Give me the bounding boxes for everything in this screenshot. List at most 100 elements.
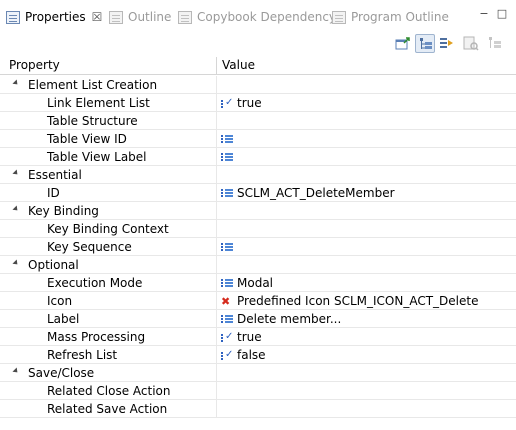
property-name: Table View Label bbox=[47, 150, 147, 164]
show-categories-button[interactable] bbox=[415, 34, 435, 53]
property-value-cell[interactable] bbox=[221, 239, 237, 255]
show-advanced-icon bbox=[440, 38, 453, 48]
category-row[interactable]: Key Binding bbox=[0, 202, 516, 220]
column-divider bbox=[216, 166, 217, 184]
table-row[interactable]: Key Binding Context bbox=[0, 220, 516, 238]
tab-outline-label: Outline bbox=[128, 10, 172, 24]
column-divider bbox=[216, 238, 217, 256]
table-header: Property Value bbox=[0, 57, 516, 75]
property-name: Key Binding Context bbox=[47, 222, 169, 236]
table-body: Element List Creation Link Element List tr… bbox=[0, 76, 516, 418]
table-row[interactable]: Key Sequence bbox=[0, 238, 516, 256]
column-divider bbox=[216, 256, 217, 274]
property-value-cell[interactable] bbox=[221, 149, 237, 165]
tab-properties-label: Properties bbox=[25, 10, 86, 24]
tab-program-outline[interactable]: Program Outline bbox=[332, 6, 449, 28]
property-name: Key Sequence bbox=[47, 240, 132, 254]
table-row[interactable]: Table View Label bbox=[0, 148, 516, 166]
expand-arrow-icon[interactable] bbox=[12, 79, 20, 87]
column-divider bbox=[216, 220, 217, 238]
table-row[interactable]: Link Element List true bbox=[0, 94, 516, 112]
category-row[interactable]: Optional bbox=[0, 256, 516, 274]
column-divider bbox=[216, 274, 217, 292]
property-value: true bbox=[237, 330, 262, 344]
property-name: Label bbox=[47, 312, 80, 326]
table-row[interactable]: Mass Processing true bbox=[0, 328, 516, 346]
column-divider bbox=[216, 76, 217, 94]
program-outline-icon bbox=[332, 10, 346, 24]
column-divider bbox=[216, 364, 217, 382]
category-row[interactable]: Element List Creation bbox=[0, 76, 516, 94]
property-value-cell[interactable]: true bbox=[221, 95, 262, 111]
property-name: Related Save Action bbox=[47, 402, 168, 416]
expand-arrow-icon[interactable] bbox=[12, 205, 20, 213]
category-label: Element List Creation bbox=[28, 78, 158, 92]
property-name: Refresh List bbox=[47, 348, 118, 362]
boolean-icon bbox=[221, 329, 234, 345]
restore-default-icon bbox=[463, 36, 479, 51]
property-name: Mass Processing bbox=[47, 330, 146, 344]
list-icon bbox=[221, 134, 234, 145]
list-icon bbox=[221, 242, 234, 253]
property-value: true bbox=[237, 96, 262, 110]
expand-arrow-icon[interactable] bbox=[12, 169, 20, 177]
restore-default-button[interactable] bbox=[461, 34, 481, 53]
category-row[interactable]: Essential bbox=[0, 166, 516, 184]
table-row[interactable]: ID SCLM_ACT_DeleteMember bbox=[0, 184, 516, 202]
tab-properties[interactable]: Properties ☒ bbox=[6, 6, 103, 28]
property-value-cell[interactable]: Modal bbox=[221, 275, 273, 291]
pin-to-selection-icon bbox=[395, 37, 410, 50]
property-value-cell[interactable]: true bbox=[221, 329, 262, 345]
property-value: false bbox=[237, 348, 266, 362]
maximize-icon[interactable]: □ bbox=[496, 8, 508, 20]
list-icon bbox=[221, 152, 234, 163]
expand-arrow-icon[interactable] bbox=[12, 259, 20, 267]
property-name: Link Element List bbox=[47, 96, 150, 110]
table-row[interactable]: Execution Mode Modal bbox=[0, 274, 516, 292]
tab-program-outline-label: Program Outline bbox=[351, 10, 449, 24]
category-row[interactable]: Save/Close bbox=[0, 364, 516, 382]
expand-arrow-icon[interactable] bbox=[12, 367, 20, 375]
boolean-icon bbox=[221, 347, 234, 363]
pin-to-selection-button[interactable] bbox=[393, 34, 413, 53]
property-name: ID bbox=[47, 186, 60, 200]
show-advanced-button[interactable] bbox=[437, 34, 457, 53]
table-row[interactable]: Table View ID bbox=[0, 130, 516, 148]
table-row[interactable]: Related Save Action bbox=[0, 400, 516, 418]
property-value-cell[interactable]: SCLM_ACT_DeleteMember bbox=[221, 185, 395, 201]
property-value-cell[interactable]: Predefined Icon SCLM_ICON_ACT_Delete bbox=[221, 293, 478, 310]
column-divider bbox=[216, 292, 217, 310]
column-divider bbox=[216, 94, 217, 112]
table-row[interactable]: Label Delete member... bbox=[0, 310, 516, 328]
category-label: Optional bbox=[28, 258, 79, 272]
properties-icon bbox=[6, 10, 20, 24]
table-row[interactable]: Table Structure bbox=[0, 112, 516, 130]
outline-icon bbox=[109, 10, 123, 24]
properties-table: Property Value Element List Creation Link… bbox=[0, 57, 516, 430]
tab-copybook-dependency[interactable]: Copybook Dependency bbox=[178, 6, 336, 28]
category-label: Save/Close bbox=[28, 366, 95, 380]
table-row[interactable]: Refresh List false bbox=[0, 346, 516, 364]
property-value: Modal bbox=[237, 276, 273, 290]
property-value-cell[interactable]: Delete member... bbox=[221, 311, 341, 327]
table-row[interactable]: Icon Predefined Icon SCLM_ICON_ACT_Delete bbox=[0, 292, 516, 310]
property-value-cell[interactable]: false bbox=[221, 347, 266, 363]
column-divider bbox=[216, 310, 217, 328]
column-divider bbox=[216, 148, 217, 166]
property-value-cell[interactable] bbox=[221, 131, 237, 147]
minimize-icon[interactable]: − bbox=[478, 8, 490, 20]
view-tab-bar: Properties ☒ Outline Copybook Dependency… bbox=[0, 0, 516, 32]
tab-copybook-dependency-label: Copybook Dependency bbox=[197, 10, 337, 24]
column-divider bbox=[216, 202, 217, 220]
column-divider bbox=[216, 130, 217, 148]
column-header-value[interactable]: Value bbox=[213, 58, 255, 73]
column-divider bbox=[216, 382, 217, 400]
tab-outline[interactable]: Outline bbox=[109, 6, 171, 28]
table-row[interactable]: Related Close Action bbox=[0, 382, 516, 400]
filter-icon bbox=[489, 37, 501, 48]
column-header-property[interactable]: Property bbox=[0, 58, 60, 73]
close-icon[interactable]: ☒ bbox=[92, 10, 103, 24]
column-divider bbox=[216, 112, 217, 130]
column-divider bbox=[216, 346, 217, 364]
filter-button[interactable] bbox=[485, 34, 505, 53]
